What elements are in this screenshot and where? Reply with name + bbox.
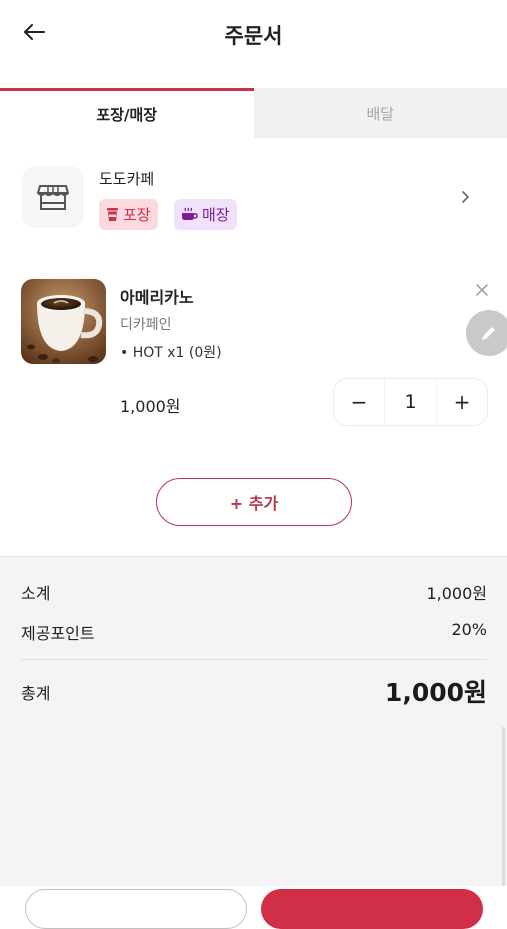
edit-button[interactable] — [466, 310, 507, 356]
quantity-stepper: − 1 + — [333, 378, 488, 426]
quantity-value: 1 — [384, 379, 437, 425]
add-item-button[interactable]: + 추가 — [156, 478, 352, 526]
chevron-right-icon — [458, 189, 472, 205]
takeout-cup-icon — [106, 207, 119, 222]
tab-takeout-dinein[interactable]: 포장/매장 — [0, 88, 254, 138]
tab-delivery[interactable]: 배달 — [254, 88, 507, 138]
order-type-tabs: 포장/매장 배달 — [0, 88, 507, 138]
total-label: 총계 — [21, 680, 50, 704]
coffee-mug-icon — [181, 207, 198, 222]
store-selector[interactable]: 도도카페 포장 매장 — [0, 156, 507, 242]
item-option: • HOT x1 (0원) — [120, 342, 222, 362]
decrease-quantity-button[interactable]: − — [334, 379, 384, 425]
option-bullet: • — [120, 345, 128, 361]
item-price: 1,000원 — [120, 393, 181, 417]
item-name: 아메리카노 — [120, 284, 194, 308]
page-title: 주문서 — [0, 20, 507, 50]
remove-item-button[interactable] — [470, 278, 494, 302]
takeout-badge-label: 포장 — [123, 204, 151, 225]
subtotal-label: 소계 — [21, 580, 50, 604]
secondary-action-button[interactable] — [25, 889, 247, 929]
store-icon — [22, 166, 84, 228]
subtotal-value: 1,000원 — [426, 580, 487, 604]
takeout-badge: 포장 — [99, 199, 158, 230]
order-summary: 소계 1,000원 제공포인트 20% 총계 1,000원 — [0, 556, 507, 887]
points-label: 제공포인트 — [21, 620, 95, 644]
dinein-badge-label: 매장 — [202, 204, 230, 225]
close-icon — [475, 283, 489, 297]
points-value: 20% — [451, 620, 487, 639]
total-value: 1,000원 — [385, 673, 487, 709]
option-text: HOT x1 (0원) — [133, 345, 222, 361]
scrollbar[interactable] — [502, 727, 505, 887]
pencil-icon — [479, 323, 499, 343]
app-header: 주문서 — [0, 0, 507, 88]
dinein-badge: 매장 — [174, 199, 237, 230]
order-button[interactable] — [261, 889, 483, 929]
increase-quantity-button[interactable]: + — [437, 379, 487, 425]
item-variant: 디카페인 — [120, 314, 172, 334]
summary-divider — [21, 659, 487, 660]
store-name: 도도카페 — [99, 168, 154, 189]
item-image — [21, 279, 106, 364]
